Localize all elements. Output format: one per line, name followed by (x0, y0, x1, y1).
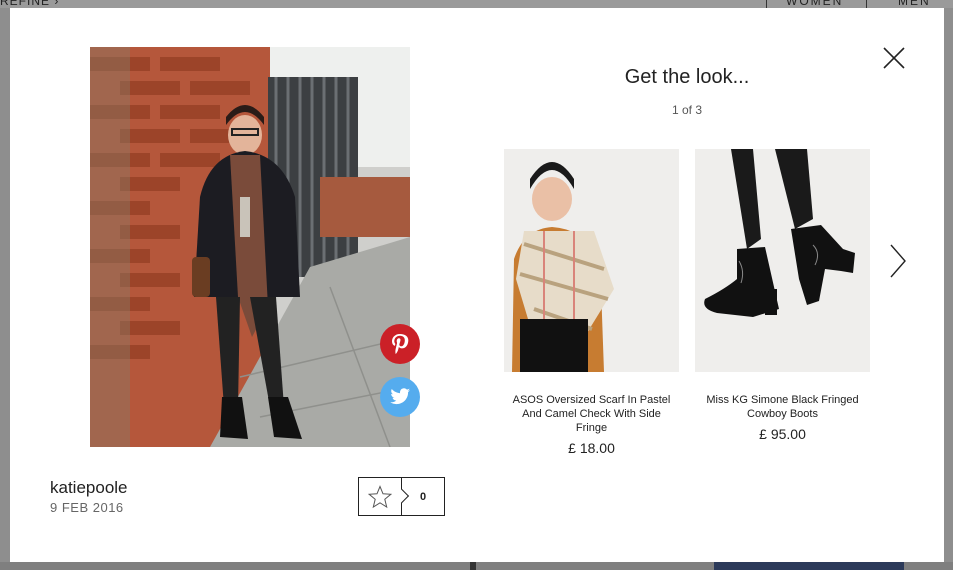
nav-divider (866, 0, 867, 8)
nav-men[interactable]: MEN (898, 0, 931, 8)
refine-label[interactable]: REFINE › (0, 0, 59, 8)
street-style-photo (90, 47, 410, 447)
product-price: £ 95.00 (759, 426, 806, 442)
product-image[interactable] (695, 149, 870, 372)
star-icon (368, 484, 392, 508)
like-star-area[interactable] (359, 478, 410, 515)
product-counter: 1 of 3 (671, 103, 703, 117)
scarf-product-photo (504, 149, 679, 372)
product-card[interactable]: ASOS Oversized Scarf In Pastel And Camel… (504, 149, 679, 456)
get-the-look-title: Get the look... (624, 66, 750, 88)
twitter-icon (390, 388, 410, 405)
like-button[interactable]: 0 (358, 477, 445, 516)
look-photo[interactable] (90, 47, 410, 447)
product-name[interactable]: Miss KG Simone Black Fringed Cowboy Boot… (695, 393, 870, 421)
chevron-right-icon (890, 244, 906, 278)
background-tile (470, 562, 476, 570)
share-twitter-button[interactable] (380, 377, 420, 417)
product-card[interactable]: Miss KG Simone Black Fringed Cowboy Boot… (695, 149, 870, 442)
boots-product-photo (695, 149, 870, 372)
background-tile (714, 562, 904, 570)
get-the-look-modal: katiepoole 9 FEB 2016 0 Get the look... … (10, 8, 944, 562)
post-date: 9 FEB 2016 (50, 500, 124, 515)
nav-divider (766, 0, 767, 8)
nav-women[interactable]: WOMEN (786, 0, 843, 8)
pinterest-icon (392, 334, 409, 354)
close-icon (883, 47, 905, 69)
product-image[interactable] (504, 149, 679, 372)
product-price: £ 18.00 (568, 440, 615, 456)
next-product-button[interactable] (888, 243, 908, 279)
close-button[interactable] (882, 46, 906, 70)
username[interactable]: katiepoole (50, 478, 128, 498)
product-name[interactable]: ASOS Oversized Scarf In Pastel And Camel… (504, 393, 679, 435)
share-pinterest-button[interactable] (380, 324, 420, 364)
